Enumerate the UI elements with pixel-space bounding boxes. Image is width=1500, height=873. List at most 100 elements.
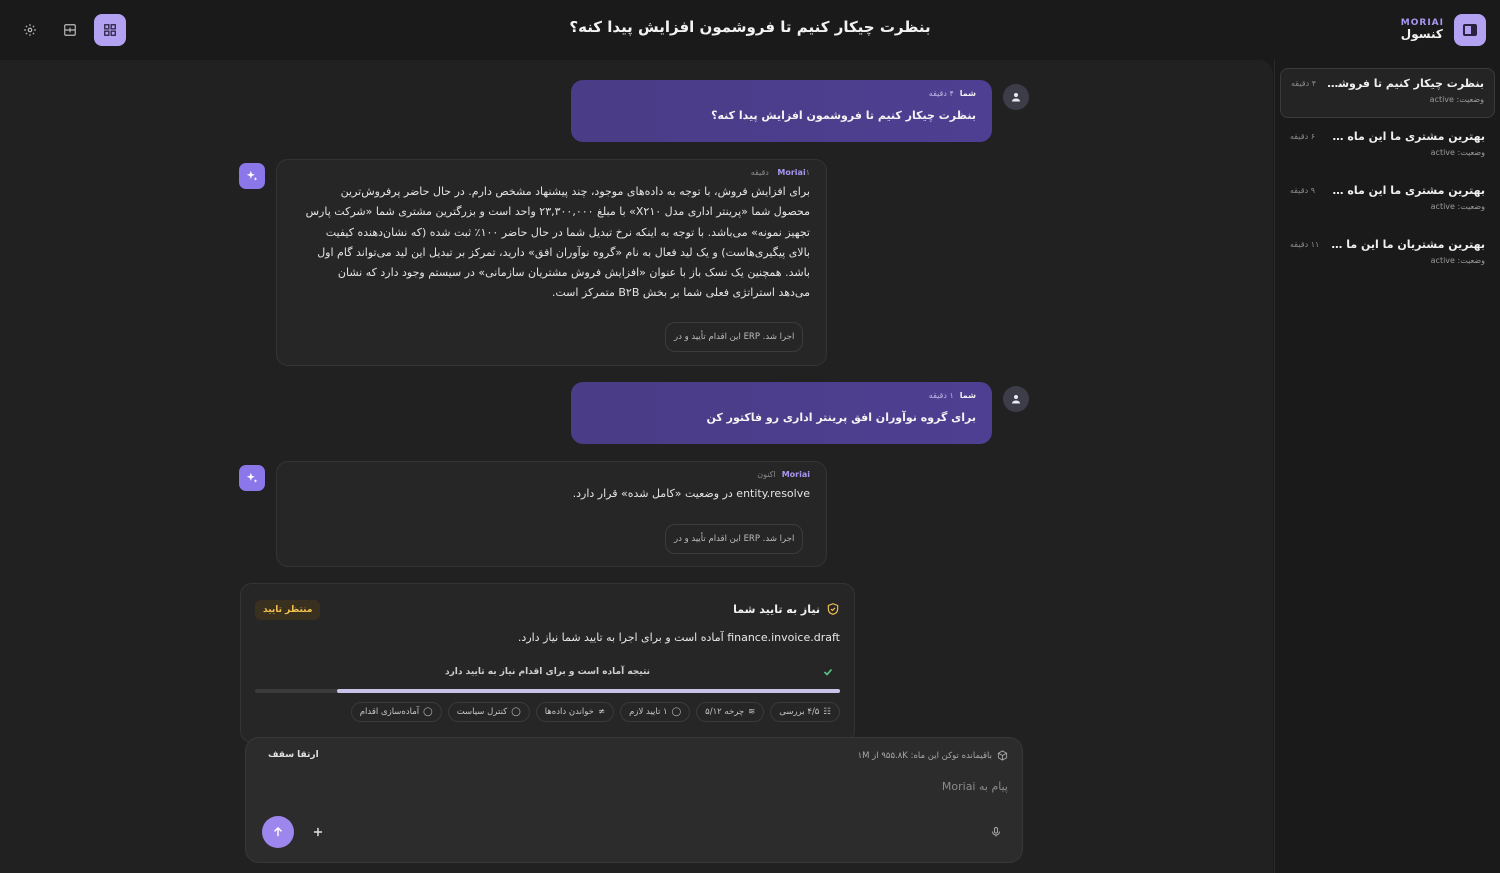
- progress-bar: [255, 689, 840, 693]
- token-usage: باقیمانده توکن این ماه: ۹۵۵.۸K از ۱M: [858, 750, 1008, 761]
- conversation-title: بنظرت چیکار کنیم تا فروشمون افـ...: [1324, 77, 1484, 90]
- message-line: محصول شما «پرینتر اداری مدل X۲۱۰» با مبل…: [305, 205, 810, 219]
- message-text: بنظرت چیکار کنیم تا فروشمون افزایش پیدا …: [711, 109, 976, 122]
- chip-label: آماده‌سازی اقدام: [359, 707, 420, 717]
- policy-icon: ◯: [511, 707, 521, 717]
- message-sender: Moriai: [777, 168, 806, 177]
- approval-icon: ◯: [671, 707, 682, 717]
- grid-icon: [104, 24, 116, 36]
- review-icon: ☷: [823, 707, 831, 717]
- conversation-status: وضعیت: active: [1430, 148, 1485, 157]
- chip-label: ۴/۵ بررسی: [779, 707, 820, 717]
- user-icon: [1012, 395, 1020, 404]
- plus-icon: [313, 827, 323, 837]
- conversation-status: وضعیت: active: [1430, 202, 1485, 211]
- upgrade-limit-link[interactable]: ارتقا سقف: [268, 750, 319, 760]
- assistant-message: Moriai۱ دقیقه برای افزایش فروش، با توجه …: [276, 159, 827, 366]
- step-chip: ≄ خواندن داده‌ها: [535, 702, 615, 722]
- conversation-title: بهترین مشتریان ما این ما چه کسـ...: [1325, 238, 1485, 251]
- attach-button[interactable]: [302, 816, 334, 848]
- message-sender: شما: [959, 89, 976, 98]
- conversation-time: ۴ دقیقه: [1291, 79, 1316, 88]
- user-message: شما ۴ دقیقه بنظرت چیکار کنیم تا فروشمون ا…: [571, 80, 992, 142]
- conversation-status: وضعیت: active: [1430, 256, 1485, 265]
- cycle-icon: ≋: [748, 707, 756, 717]
- data-read-icon: ≄: [597, 707, 606, 717]
- step-chip: ◯ ۱ تایید لازم: [620, 702, 691, 722]
- message-line: برای افزایش فروش، با توجه به داده‌های مو…: [340, 185, 810, 198]
- conversation-item[interactable]: بهترین مشتری ما این ماه چه کسـ... وضعیت:…: [1280, 122, 1495, 172]
- message-time: اکنون: [757, 470, 776, 479]
- status-badge: منتظر تایید: [255, 600, 321, 620]
- message-line: می‌دهد استراتژی فعلی شما بر بخش B۲B متمر…: [551, 286, 810, 300]
- result-row: نتیجه آماده است و برای اقدام نیاز به تای…: [255, 662, 840, 682]
- message-line: باشد. همچنین یک تسک باز با عنوان «افزایش…: [337, 266, 810, 280]
- approval-header: نیاز به تایید شما: [733, 602, 840, 616]
- approval-description: finance.invoice.draft آماده است و برای ا…: [517, 631, 840, 644]
- dashboard-button[interactable]: [94, 14, 126, 46]
- user-message: شما ۱ دقیقه برای گروه نوآوران افق پرینتر …: [571, 382, 992, 444]
- user-avatar: [1003, 386, 1029, 412]
- message-composer: باقیمانده توکن این ماه: ۹۵۵.۸K از ۱M ارت…: [245, 737, 1023, 863]
- chip-label: کنترل سیاست: [456, 707, 508, 717]
- prepare-icon: ◯: [423, 707, 433, 717]
- conversation-sidebar: بنظرت چیکار کنیم تا فروشمون افـ... وضعیت…: [1274, 60, 1500, 873]
- approval-card: نیاز به تایید شما منتظر تایید finance.in…: [240, 583, 855, 743]
- cube-icon: [997, 750, 1008, 761]
- voice-button[interactable]: [984, 820, 1008, 844]
- conversation-title: بهترین مشتری ما این ماه چه کسـ...: [1325, 130, 1485, 143]
- panel-icon: [64, 24, 76, 36]
- conversation-time: ۱۱ دقیقه: [1290, 240, 1320, 249]
- step-chips: ☷ ۴/۵ بررسی ≋ چرخه ۵/۱۲ ◯ ۱ تایید لازم ≄…: [350, 702, 840, 722]
- message-text: برای افزایش فروش، با توجه به داده‌های مو…: [293, 182, 810, 304]
- conversation-item[interactable]: بهترین مشتری ما این ماه چه کسـ... وضعیت:…: [1280, 176, 1495, 226]
- message-line: تجهیز نمونه» می‌باشد. با توجه به اینکه ن…: [325, 225, 810, 239]
- settings-button[interactable]: [14, 14, 46, 46]
- message-text: برای گروه نوآوران افق پرینتر اداری رو فا…: [706, 411, 977, 424]
- conversation-status: وضعیت: active: [1429, 95, 1484, 104]
- result-text: نتیجه آماده است و برای اقدام نیاز به تای…: [444, 667, 651, 677]
- execution-note: اجرا شد. ERP این اقدام تأیید و در: [665, 322, 804, 352]
- token-usage-text: باقیمانده توکن این ماه: ۹۵۵.۸K از ۱M: [857, 750, 992, 761]
- chat-area: شما ۴ دقیقه بنظرت چیکار کنیم تا فروشمون ا…: [0, 60, 1273, 873]
- user-avatar: [1003, 84, 1029, 110]
- approval-title: نیاز به تایید شما: [733, 602, 820, 616]
- conversation-item[interactable]: بنظرت چیکار کنیم تا فروشمون افـ... وضعیت…: [1280, 68, 1495, 118]
- send-button[interactable]: [262, 816, 294, 848]
- microphone-icon: [992, 827, 1000, 837]
- top-bar: MORIAI کنسول بنظرت چیکار کنیم تا فروشمون…: [0, 0, 1500, 60]
- message-text: entity.resolve در وضعیت «کامل شده» قرار …: [572, 487, 810, 500]
- message-line: بالای پیگیری‌هاست) و یک لید فعال به نام …: [317, 245, 810, 259]
- assistant-avatar: [239, 163, 265, 189]
- progress-fill: [336, 689, 840, 693]
- chip-label: خواندن داده‌ها: [544, 707, 594, 717]
- page-title: بنظرت چیکار کنیم تا فروشمون افزایش پیدا …: [569, 18, 931, 36]
- step-chip: ☷ ۴/۵ بررسی: [770, 702, 840, 722]
- user-icon: [1012, 93, 1020, 102]
- layout-toggle-button[interactable]: [54, 14, 86, 46]
- conversation-time: ۶ دقیقه: [1290, 132, 1315, 141]
- execution-note: اجرا شد. ERP این اقدام تأیید و در: [665, 524, 804, 554]
- shield-check-icon: [827, 603, 839, 615]
- assistant-message: Moriai اکنون entity.resolve در وضعیت «کام…: [276, 461, 827, 567]
- step-chip: ≋ چرخه ۵/۱۲: [696, 702, 765, 722]
- message-sender: شما: [959, 391, 976, 400]
- gear-icon: [24, 24, 36, 36]
- message-time: ۴ دقیقه: [928, 89, 954, 98]
- sparkle-icon: [246, 170, 258, 181]
- conversation-time: ۹ دقیقه: [1290, 186, 1315, 195]
- check-icon: [823, 668, 833, 676]
- step-chip: ◯ آماده‌سازی اقدام: [350, 702, 442, 722]
- message-sender: Moriai: [781, 470, 810, 479]
- top-toolbar: [14, 14, 126, 46]
- arrow-up-icon: [273, 826, 283, 837]
- sparkle-icon: [246, 472, 258, 483]
- step-chip: ◯ کنترل سیاست: [447, 702, 530, 722]
- chip-label: ۱ تایید لازم: [629, 707, 668, 717]
- message-input[interactable]: [308, 776, 1008, 796]
- message-time: ۱ دقیقه: [928, 391, 954, 400]
- conversation-title: بهترین مشتری ما این ماه چه کسـ...: [1325, 184, 1485, 197]
- conversation-item[interactable]: بهترین مشتریان ما این ما چه کسـ... وضعیت…: [1280, 230, 1495, 280]
- assistant-avatar: [239, 465, 265, 491]
- chip-label: چرخه ۵/۱۲: [705, 707, 745, 717]
